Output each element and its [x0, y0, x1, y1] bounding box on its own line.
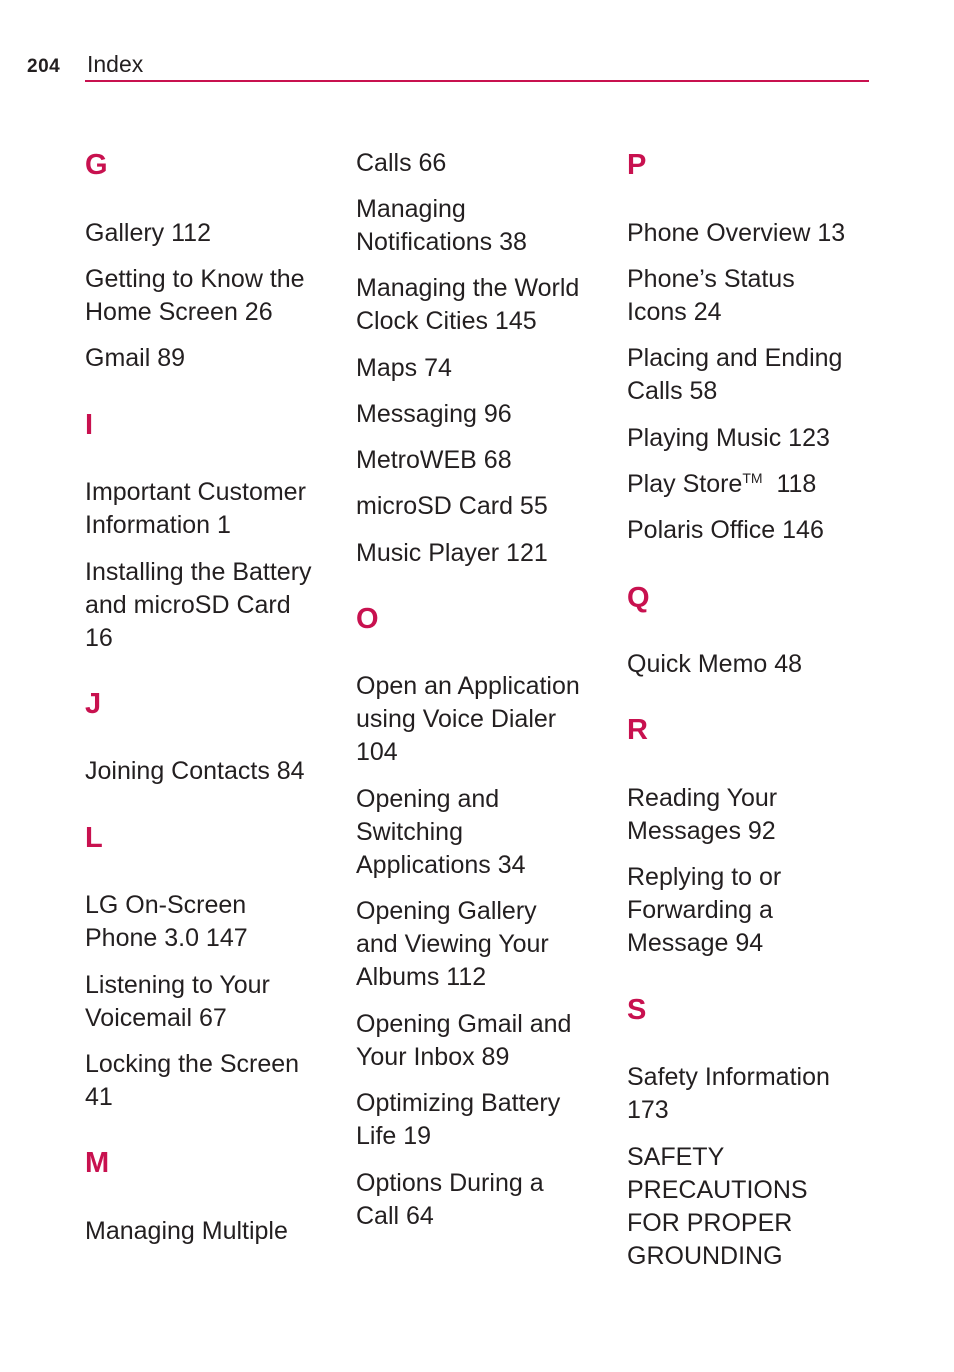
- index-section-letter: G: [85, 149, 108, 181]
- index-entry: Optimizing Battery Life 19: [356, 1089, 561, 1150]
- index-entry: Playing Music 123: [627, 424, 830, 452]
- index-entry: Managing the World Clock Cities 145: [356, 274, 580, 335]
- page-title: Index: [87, 51, 144, 77]
- index-entry: Phone Overview 13: [627, 219, 846, 247]
- index-entry: Quick Memo 48: [627, 650, 803, 678]
- index-entry: Listening to Your Voicemail 67: [85, 971, 270, 1032]
- index-entry: Phone’s Status Icons 24: [627, 265, 795, 326]
- index-section-letter: L: [85, 822, 103, 854]
- index-entry: Options During a Call 64: [356, 1169, 544, 1230]
- index-entry: Opening and Switching Applications 34: [356, 785, 526, 879]
- index-entry: Reading Your Messages 92: [627, 784, 778, 845]
- index-entry: Joining Contacts 84: [85, 757, 305, 785]
- index-section-letter: Q: [627, 582, 650, 614]
- header-rule: [85, 80, 869, 82]
- index-entry: Placing and Ending Calls 58: [627, 344, 843, 405]
- page-number: 204: [27, 56, 61, 77]
- index-entry: Getting to Know the Home Screen 26: [85, 265, 305, 326]
- index-entry: Calls 66: [356, 149, 447, 177]
- index-entry: LG On-Screen Phone 3.0 147: [85, 891, 248, 952]
- index-entry: Managing Multiple: [85, 1217, 288, 1245]
- index-section-letter: I: [85, 409, 94, 441]
- index-entry: Polaris Office 146: [627, 516, 824, 544]
- trademark-mark: TM: [742, 470, 763, 486]
- index-entry: Managing Notifications 38: [356, 195, 527, 256]
- index-entry-page: 118: [762, 470, 817, 498]
- index-entry: Replying to or Forwarding a Message 94: [627, 863, 782, 957]
- index-section-letter: S: [627, 994, 647, 1026]
- index-entry: Safety Information 173: [627, 1063, 830, 1124]
- index-entry-text: Play Store: [627, 470, 743, 498]
- index-entry: Opening Gmail and Your Inbox 89: [356, 1010, 572, 1071]
- index-entry: Open an Application using Voice Dialer 1…: [356, 672, 580, 766]
- index-section-letter: O: [356, 603, 379, 635]
- index-entry: Play StoreTM 118: [627, 468, 877, 501]
- index-section-letter: M: [85, 1147, 110, 1179]
- index-section-letter: P: [627, 149, 647, 181]
- index-entry: microSD Card 55: [356, 492, 548, 520]
- index-entry: Maps 74: [356, 354, 452, 382]
- index-entry: MetroWEB 68: [356, 446, 512, 474]
- index-entry: Installing the Battery and microSD Card …: [85, 558, 312, 652]
- index-entry: Opening Gallery and Viewing Your Albums …: [356, 897, 549, 991]
- index-entry: Gallery 112: [85, 219, 211, 247]
- index-entry: Locking the Screen 41: [85, 1050, 300, 1111]
- index-entry: Important Customer Information 1: [85, 478, 306, 539]
- index-section-letter: J: [85, 688, 102, 720]
- index-entry: Gmail 89: [85, 344, 186, 372]
- index-entry: Messaging 96: [356, 400, 512, 428]
- index-section-letter: R: [627, 714, 648, 746]
- index-entry: Music Player 121: [356, 539, 548, 567]
- index-entry: SAFETY PRECAUTIONS FOR PROPER GROUNDING: [627, 1143, 808, 1270]
